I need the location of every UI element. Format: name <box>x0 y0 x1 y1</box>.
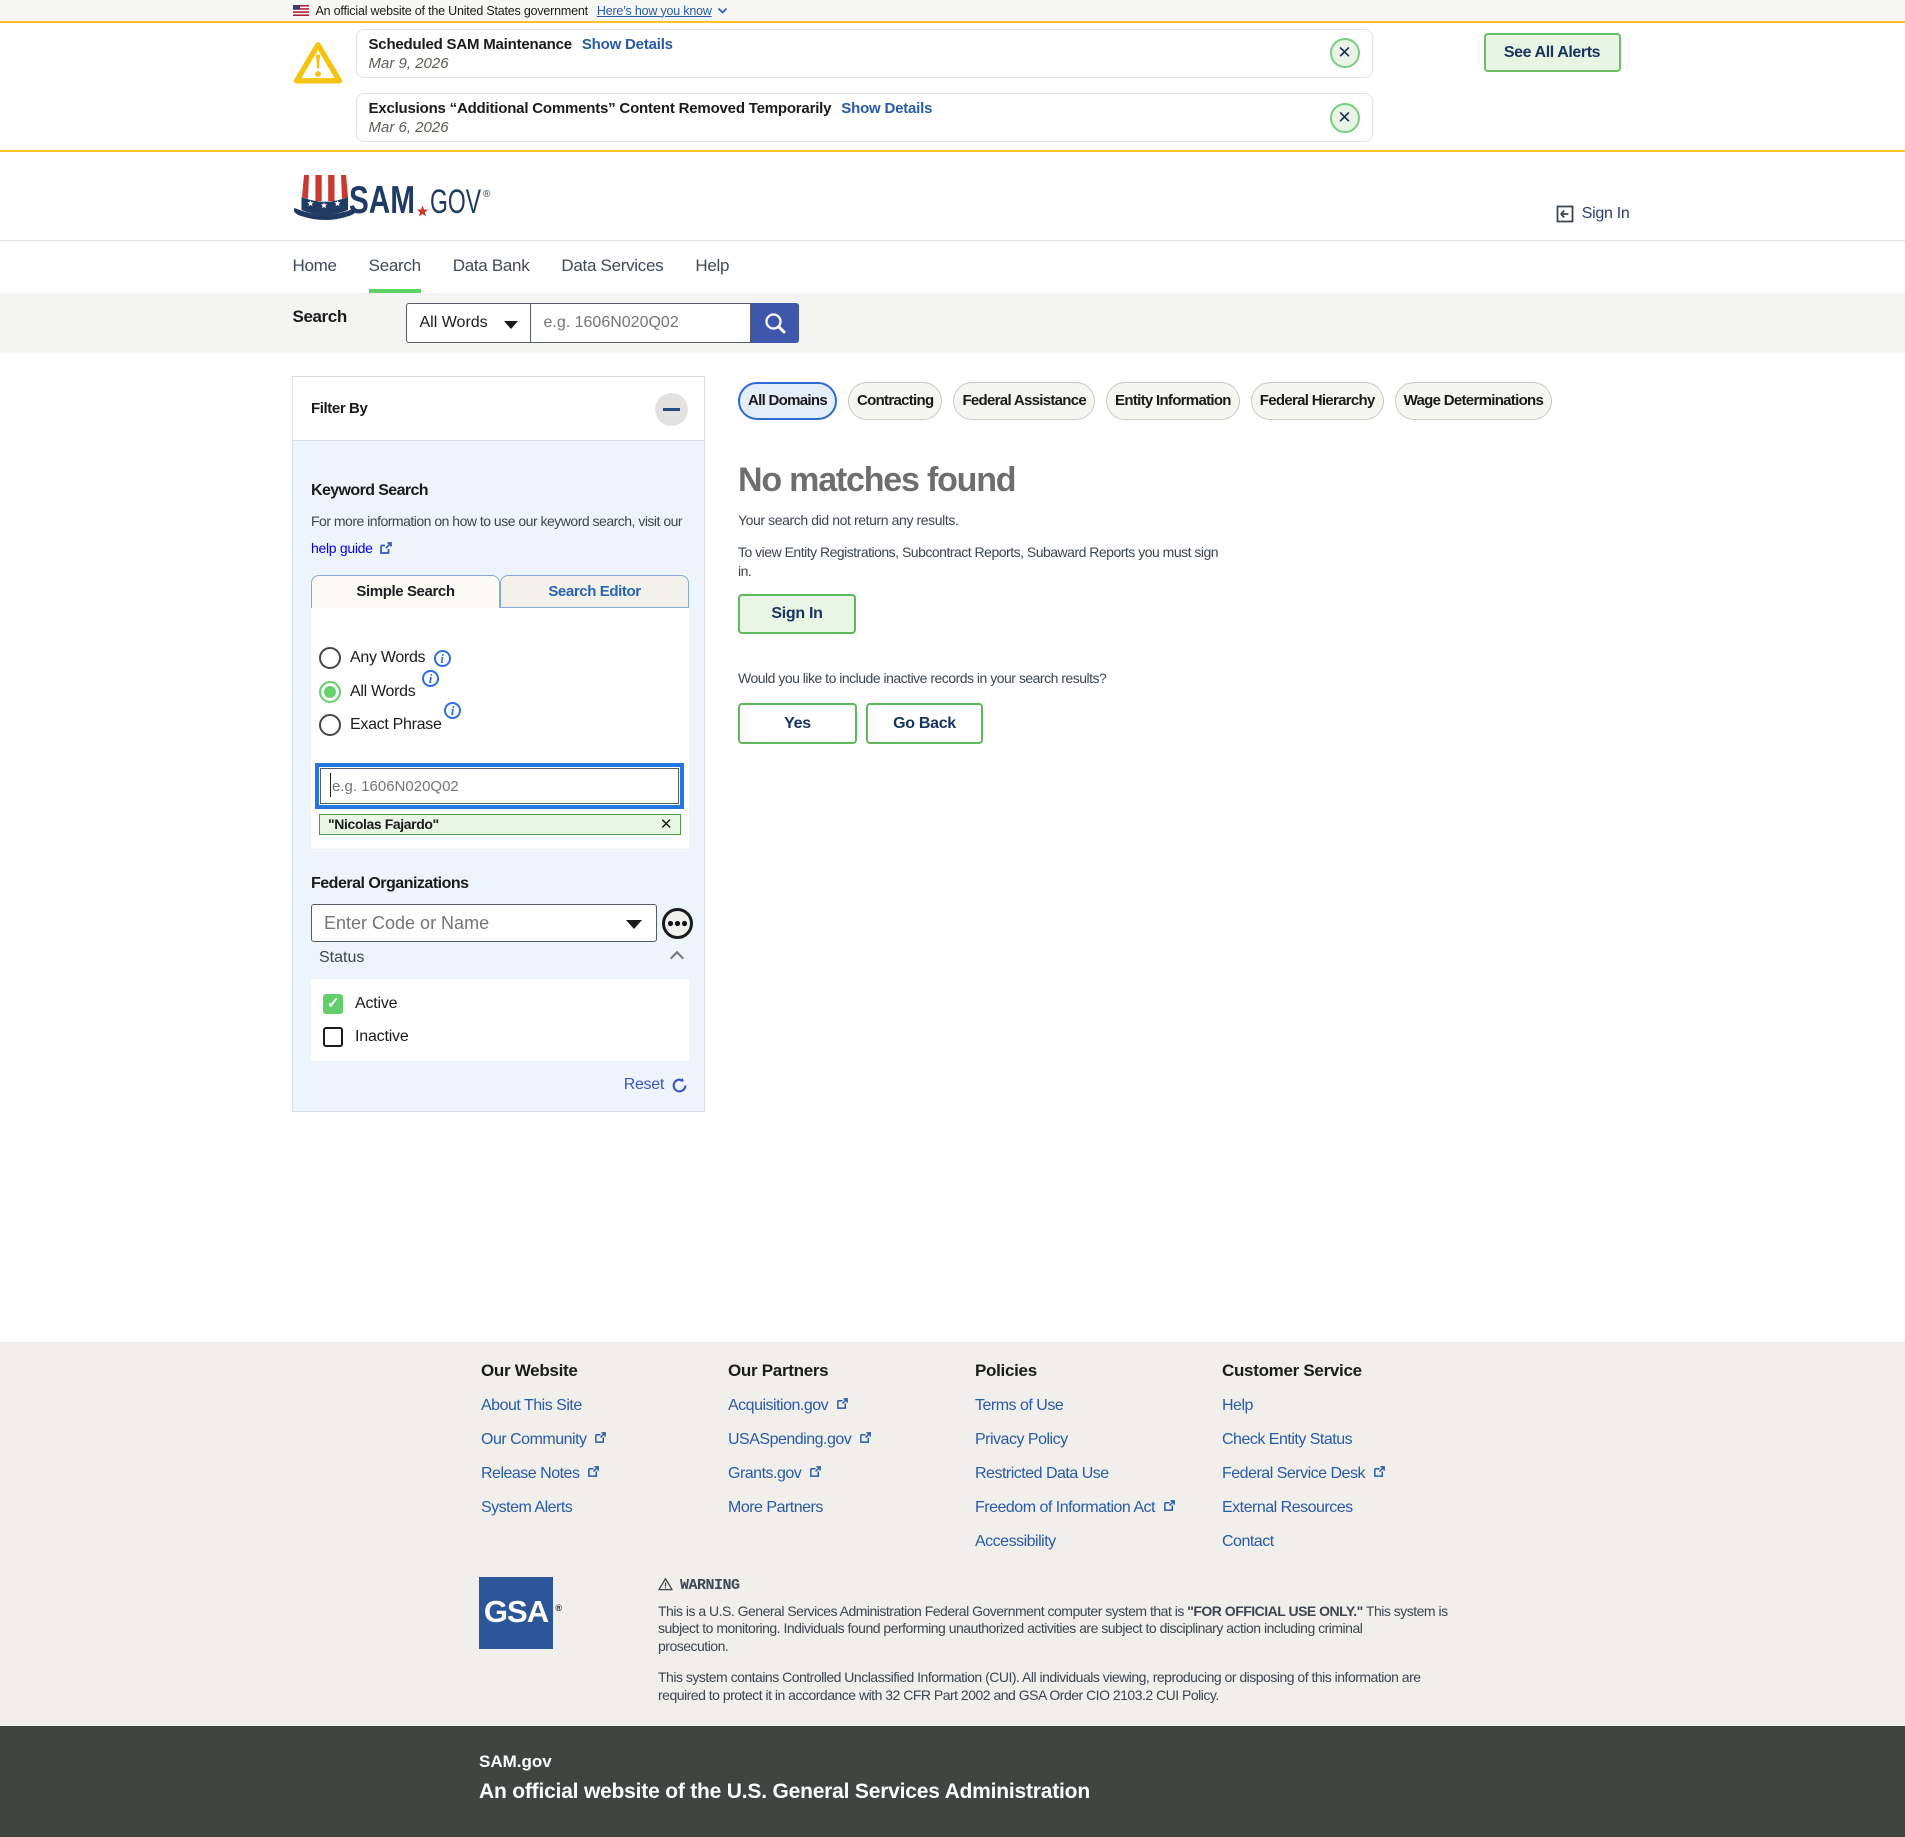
svg-text:GOV: GOV <box>430 183 481 221</box>
svg-text:SAM: SAM <box>349 179 415 222</box>
svg-text:®: ® <box>483 189 491 200</box>
